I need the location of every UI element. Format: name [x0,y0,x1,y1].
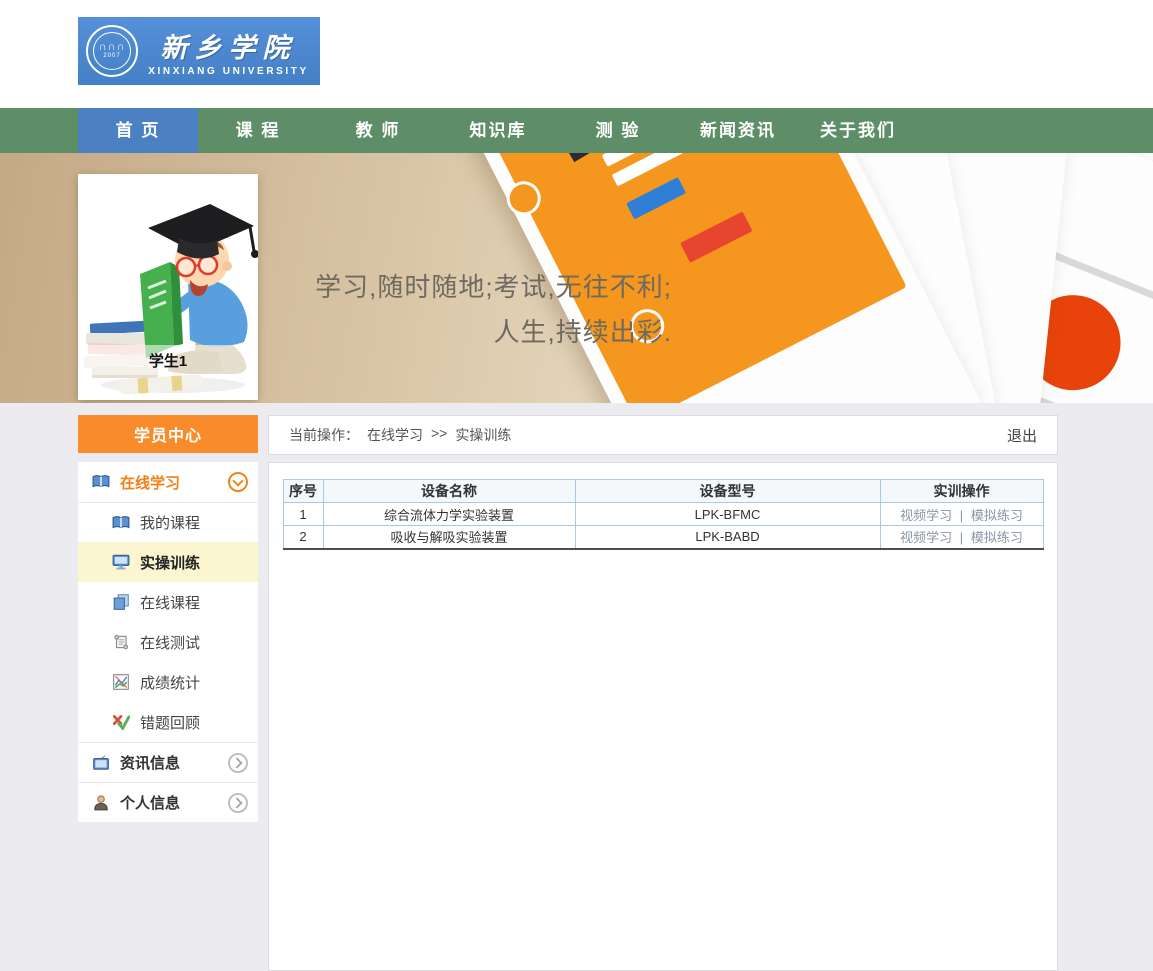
simulation-practice-link[interactable]: 模拟练习 [971,508,1023,523]
main-column: 当前操作： 在线学习 >> 实操训练 退出 序号 设备名称 [268,415,1058,971]
cell-no: 1 [283,503,323,526]
breadcrumb-section: 在线学习 [367,425,423,445]
col-header-model: 设备型号 [575,480,880,503]
book-icon [112,514,130,532]
table-row: 1 综合流体力学实验装置 LPK-BFMC 视频学习 | 模拟练习 [283,503,1043,526]
scroll-icon [112,633,130,651]
cell-name: 吸收与解吸实验装置 [323,526,575,549]
slogan-line-2: 人生,持续出彩. [300,310,672,355]
student-label-band: 学生1 [78,345,258,375]
cell-name: 综合流体力学实验装置 [323,503,575,526]
seal-glyph: ∩∩∩ [99,42,126,53]
banner: 学生1 学习,随时随地;考试,无往不利; 人生,持续出彩. [0,153,1153,403]
sidebar-item-label: 资讯信息 [120,752,180,773]
book-icon [92,473,110,491]
content-panel: 序号 设备名称 设备型号 实训操作 1 综合流体力学实验装置 LPK-BFMC [268,462,1058,971]
tv-icon [92,754,110,772]
cell-no: 2 [283,526,323,549]
sidebar-item-online-study[interactable]: 在线学习 [78,462,258,502]
monitor-icon [112,553,130,571]
sidebar-item-label: 实操训练 [140,552,200,573]
cell-model: LPK-BFMC [575,503,880,526]
university-seal-icon: ∩∩∩ 2007 [86,25,138,77]
col-header-no: 序号 [283,480,323,503]
sidebar-item-online-test[interactable]: 在线测试 [78,622,258,662]
slogan-line-1: 学习,随时随地;考试,无往不利; [300,265,672,310]
logo-english-name: XINXIANG UNIVERSITY [148,66,309,77]
sidebar-item-label: 在线课程 [140,592,200,613]
table-header-row: 序号 设备名称 设备型号 实训操作 [283,480,1043,503]
banner-slogan: 学习,随时随地;考试,无往不利; 人生,持续出彩. [300,265,672,355]
sidebar-title: 学员中心 [78,415,258,453]
nav-item-news[interactable]: 新闻资讯 [678,108,798,153]
sidebar-item-news-info[interactable]: 资讯信息 [78,742,258,782]
sidebar-item-practical-training[interactable]: 实操训练 [78,542,258,582]
chevron-right-icon[interactable] [228,753,248,773]
cell-model: LPK-BABD [575,526,880,549]
video-study-link[interactable]: 视频学习 [900,508,952,523]
sidebar-item-label: 错题回顾 [140,712,200,733]
table-row: 2 吸收与解吸实验装置 LPK-BABD 视频学习 | 模拟练习 [283,526,1043,549]
ops-separator: | [960,508,963,523]
breadcrumb-separator: >> [431,425,447,445]
sidebar-item-label: 个人信息 [120,792,180,813]
cell-ops: 视频学习 | 模拟练习 [880,503,1043,526]
sidebar-item-label: 我的课程 [140,512,200,533]
sidebar-item-wrong-question-review[interactable]: 错题回顾 [78,702,258,742]
site-header: ∩∩∩ 2007 新乡学院 XINXIANG UNIVERSITY [0,0,1153,108]
person-icon [92,794,110,812]
student-card: 学生1 [78,174,258,400]
cell-ops: 视频学习 | 模拟练习 [880,526,1043,549]
breadcrumb-label: 当前操作： [289,425,359,445]
equipment-table: 序号 设备名称 设备型号 实训操作 1 综合流体力学实验装置 LPK-BFMC [283,479,1044,550]
nav-item-tests[interactable]: 测 验 [558,108,678,153]
video-study-link[interactable]: 视频学习 [900,530,952,545]
chart-icon [112,673,130,691]
breadcrumb: 当前操作： 在线学习 >> 实操训练 [289,425,511,445]
nav-item-home[interactable]: 首 页 [78,108,198,153]
review-icon [112,713,130,731]
nav-item-about[interactable]: 关于我们 [798,108,918,153]
sidebar-item-online-courses[interactable]: 在线课程 [78,582,258,622]
sidebar-item-label: 在线学习 [120,472,180,493]
sidebar-menu: 在线学习 我的课程 实操训练 [78,462,258,822]
col-header-ops: 实训操作 [880,480,1043,503]
page: ∩∩∩ 2007 新乡学院 XINXIANG UNIVERSITY 首 页 课 … [0,0,1153,971]
sidebar-item-score-statistics[interactable]: 成绩统计 [78,662,258,702]
chevron-down-icon[interactable] [228,472,248,492]
breadcrumb-bar: 当前操作： 在线学习 >> 实操训练 退出 [268,415,1058,455]
simulation-practice-link[interactable]: 模拟练习 [971,530,1023,545]
student-name-label: 学生1 [149,350,187,371]
logo-chinese-name: 新乡学院 [161,26,297,65]
sidebar-item-personal-info[interactable]: 个人信息 [78,782,258,822]
breadcrumb-page: 实操训练 [455,425,511,445]
pages-icon [112,593,130,611]
sidebar-item-label: 成绩统计 [140,672,200,693]
seal-year: 2007 [103,53,120,60]
logout-link[interactable]: 退出 [1007,425,1037,446]
ops-separator: | [960,530,963,545]
nav-item-knowledge[interactable]: 知识库 [438,108,558,153]
nav-item-courses[interactable]: 课 程 [198,108,318,153]
chevron-right-icon[interactable] [228,793,248,813]
sidebar-item-label: 在线测试 [140,632,200,653]
sidebar-item-my-courses[interactable]: 我的课程 [78,502,258,542]
nav-item-teachers[interactable]: 教 师 [318,108,438,153]
main-nav: 首 页 课 程 教 师 知识库 测 验 新闻资讯 关于我们 [0,108,1153,153]
col-header-name: 设备名称 [323,480,575,503]
university-logo[interactable]: ∩∩∩ 2007 新乡学院 XINXIANG UNIVERSITY [78,17,320,85]
sidebar: 学员中心 在线学习 我的课程 [78,415,258,822]
